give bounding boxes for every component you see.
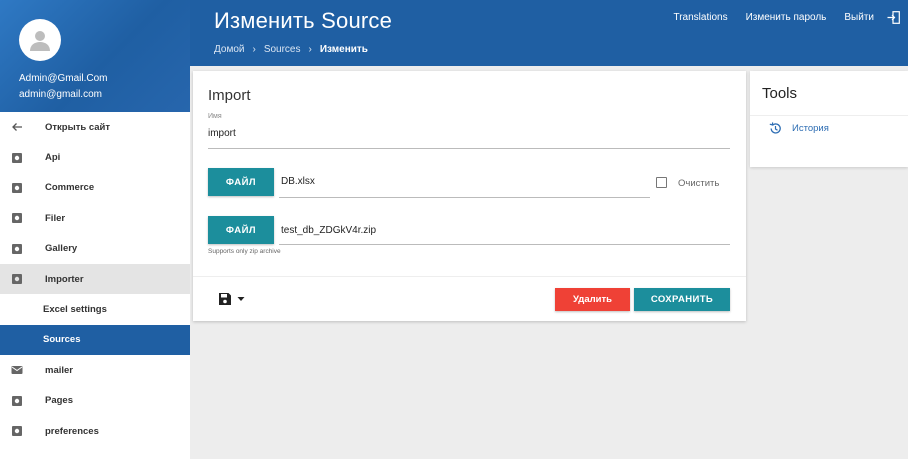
clear-checkbox-label[interactable]: Очистить [678,178,719,189]
tools-divider [750,115,908,116]
file2-hint: Supports only zip archive [208,248,281,255]
file1-underline [279,197,650,198]
clear-checkbox[interactable] [656,177,667,188]
delete-button[interactable]: Удалить [555,288,630,311]
name-field[interactable]: import [208,128,236,139]
chevron-right-icon: › [252,44,256,55]
nav-logout[interactable]: Выйти [844,12,874,23]
gear-icon [11,212,23,224]
nav-change-password[interactable]: Изменить пароль [746,12,827,23]
file2-value[interactable]: test_db_ZDGkV4r.zip [281,225,376,236]
mail-icon [11,364,23,376]
gear-icon [11,425,23,437]
history-icon [769,122,781,134]
divider [193,276,746,277]
sidebar-item-label: Открыть сайт [45,121,111,133]
tools-panel: Tools История [750,71,908,167]
sidebar-item-label: Pages [45,395,73,407]
user-name: Admin@Gmail.Com [19,73,108,84]
sidebar-item-pages[interactable]: Pages [0,386,190,416]
sidebar-item-label: Commerce [45,182,95,194]
import-form-card: Import Имя import ФАЙЛ DB.xlsx Очистить … [193,71,746,321]
sidebar-item-filer[interactable]: Filer [0,203,190,233]
sidebar-item-excel-settings[interactable]: Excel settings [0,294,190,324]
gear-icon [11,395,23,407]
sidebar-menu: Открыть сайт Api Commerce Filer Gallery [0,112,190,446]
history-label: История [792,123,829,134]
logout-icon[interactable] [887,11,900,24]
gear-icon [11,273,23,285]
save-icon[interactable] [218,292,232,306]
file1-button[interactable]: ФАЙЛ [208,168,274,196]
breadcrumb-sources[interactable]: Sources [264,44,301,55]
gear-icon [11,182,23,194]
file1-value[interactable]: DB.xlsx [281,176,315,187]
form-title: Import [208,87,251,104]
user-email: admin@gmail.com [19,89,102,100]
sidebar-item-label: preferences [45,425,99,437]
tools-title: Tools [762,85,798,102]
breadcrumb: Домой › Sources › Изменить [214,44,368,55]
sidebar-item-importer[interactable]: Importer [0,263,190,295]
sidebar-item-commerce[interactable]: Commerce [0,173,190,203]
sidebar-header: Admin@Gmail.Com admin@gmail.com [0,0,190,112]
chevron-right-icon: › [308,44,312,55]
top-bar: Изменить Source Домой › Sources › Измени… [190,0,908,66]
sidebar-item-label: mailer [45,364,73,376]
history-link[interactable]: История [769,122,829,135]
breadcrumb-home[interactable]: Домой [214,44,244,55]
user-icon [30,31,50,51]
arrow-left-icon [11,121,23,133]
gear-icon [11,243,23,255]
sidebar-item-label: Importer [45,273,84,285]
caret-down-icon[interactable] [237,295,245,303]
sidebar-item-api[interactable]: Api [0,142,190,172]
page-title: Изменить Source [214,8,393,33]
gear-icon [11,152,23,164]
nav-translations[interactable]: Translations [673,12,727,23]
sidebar-item-label: Filer [45,212,66,224]
name-field-label: Имя [208,113,222,120]
sidebar-item-mailer[interactable]: mailer [0,355,190,385]
sidebar-item-open-site[interactable]: Открыть сайт [0,112,190,142]
sidebar: Admin@Gmail.Com admin@gmail.com Открыть … [0,0,190,459]
file2-button[interactable]: ФАЙЛ [208,216,274,244]
sidebar-item-preferences[interactable]: preferences [0,416,190,446]
sidebar-item-label: Excel settings [43,304,107,316]
file2-underline [279,244,730,245]
sidebar-item-gallery[interactable]: Gallery [0,234,190,264]
sidebar-item-label: Sources [43,334,81,346]
sidebar-item-label: Gallery [45,243,78,255]
sidebar-item-sources[interactable]: Sources [0,324,190,356]
breadcrumb-current: Изменить [319,44,368,55]
save-button[interactable]: СОХРАНИТЬ [634,288,730,311]
avatar[interactable] [19,19,61,61]
sidebar-item-label: Api [45,152,61,164]
top-nav: Translations Изменить пароль Выйти [673,12,874,23]
name-field-underline [208,148,730,149]
